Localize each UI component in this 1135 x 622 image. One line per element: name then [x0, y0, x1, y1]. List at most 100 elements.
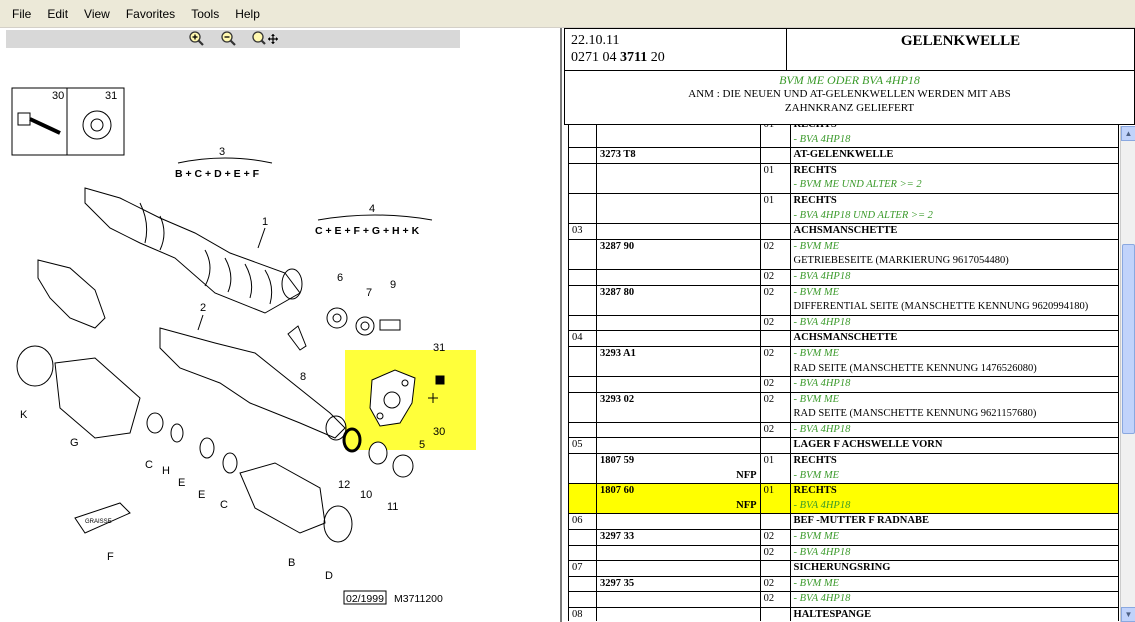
label-8: 8 [300, 371, 306, 383]
table-row[interactable]: 02- BVA 4HP18 [568, 314, 1119, 332]
variant-note: - BVM ME [793, 393, 840, 405]
table-row[interactable]: 07 SICHERUNGSRING [568, 560, 1119, 577]
row-index [568, 483, 597, 515]
parts-6-9 [287, 307, 401, 351]
menu-view[interactable]: View [76, 5, 118, 23]
table-row[interactable]: 3297 35 02- BVM ME [568, 575, 1119, 593]
quantity: 02 [759, 575, 791, 593]
part-number-cell: 1807 60 NFP [595, 483, 761, 515]
menu-edit[interactable]: Edit [39, 5, 76, 23]
label-10: 10 [360, 489, 372, 501]
row-index [568, 591, 597, 608]
description-cell: ACHSMANSCHETTE [789, 330, 1119, 347]
part-number: 3297 35 [599, 577, 635, 589]
table-row[interactable]: 3293 02 02- BVM ME RAD SEITE (MANSCHETTE K… [568, 391, 1119, 423]
part-number-cell: 3297 35 [595, 575, 761, 593]
zoom-in-icon[interactable] [186, 30, 208, 48]
part-number-cell: 3293 A1 [595, 345, 761, 378]
table-row[interactable]: 3287 90 02- BVM ME GETRIEBESEITE (MARKIERU… [568, 238, 1119, 270]
quantity [759, 437, 791, 455]
zoom-move-icon[interactable] [250, 30, 280, 48]
part-number: 3273 T8 [599, 149, 636, 161]
quantity [759, 607, 791, 621]
table-row[interactable]: 05 LAGER F ACHSWELLE VORN [568, 437, 1119, 455]
part-number: 3287 90 [599, 240, 635, 252]
header-meta: 22.10.11 0271 04 3711 20 [565, 29, 787, 71]
quantity: 02 [759, 268, 791, 286]
quantity: 02 [759, 376, 791, 393]
nut-31 [82, 110, 112, 140]
quantity: 02 [759, 345, 791, 378]
table-row[interactable]: 02- BVA 4HP18 [568, 591, 1119, 608]
table-row[interactable]: 04 ACHSMANSCHETTE [568, 330, 1119, 347]
row-index: 06 [568, 513, 597, 531]
quantity: 01 [759, 162, 791, 194]
variant-note: - BVM ME UND ALTER >= 2 [793, 179, 922, 191]
description-cell: - BVM ME GETRIEBESEITE (MARKIERUNG 961705… [789, 238, 1119, 270]
table-row[interactable]: 02- BVA 4HP18 [568, 544, 1119, 562]
table-row[interactable]: 01RECHTS- BVA 4HP18 [568, 125, 1119, 149]
variant-note: - BVA 4HP18 [793, 499, 851, 511]
part-number-cell [595, 162, 761, 194]
table-row[interactable]: 01 RECHTS - BVM ME UND ALTER >= 2 [568, 162, 1119, 194]
description-cell: - BVA 4HP18 [789, 314, 1119, 332]
scroll-up-icon[interactable]: ▲ [1121, 126, 1135, 141]
part-number: 3287 80 [599, 286, 635, 298]
label-H: H [162, 465, 170, 477]
row-index [568, 391, 597, 423]
label-5: 5 [419, 439, 425, 451]
table-row[interactable]: 03 ACHSMANSCHETTE [568, 223, 1119, 240]
parts-table-container: 01RECHTS- BVA 4HP183273 T8AT-GELENKWELLE… [568, 125, 1119, 621]
variant-note: - BVA 4HP18 [793, 270, 851, 282]
header-code: 0271 04 3711 20 [571, 50, 665, 65]
part-name: RECHTS [793, 164, 837, 176]
menu-favorites[interactable]: Favorites [118, 5, 183, 23]
diagram-panel: 30 31 3 B + C + D + E + F 4 C + E + F + … [0, 28, 562, 622]
label-11: 11 [387, 501, 398, 513]
variant-note: - BVA 4HP18 [793, 133, 851, 145]
table-row[interactable]: 3297 33 02- BVM ME [568, 529, 1119, 546]
part-name: HALTESPANGE [793, 609, 872, 620]
label-31b: 31 [433, 342, 445, 354]
description-cell: - BVM ME [789, 529, 1119, 546]
table-row[interactable]: 3287 80 02- BVM ME DIFFERENTIAL SEITE (MAN… [568, 284, 1119, 316]
description-cell: BEF -MUTTER F RADNABE [789, 513, 1119, 531]
table-row[interactable]: 3293 A1 02- BVM ME RAD SEITE (MANSCHETTE K… [568, 345, 1119, 378]
table-row[interactable]: 02- BVA 4HP18 [568, 376, 1119, 393]
table-row[interactable]: 08 HALTESPANGE [568, 607, 1119, 621]
variant-note: - BVA 4HP18 [793, 378, 851, 390]
menu-file[interactable]: File [4, 5, 39, 23]
scroll-down-icon[interactable]: ▼ [1121, 607, 1135, 622]
part-name: BEF -MUTTER F RADNABE [793, 515, 929, 527]
quantity: 01 [759, 125, 791, 149]
row-index [568, 284, 597, 316]
description-cell: ACHSMANSCHETTE [789, 223, 1119, 240]
table-row[interactable]: 02- BVA 4HP18 [568, 268, 1119, 286]
menu-tools[interactable]: Tools [183, 5, 227, 23]
vertical-scrollbar[interactable]: ▲ ▼ [1120, 126, 1135, 622]
label-30: 30 [52, 90, 64, 102]
label-F: F [107, 551, 114, 563]
part-detail: RAD SEITE (MANSCHETTE KENNUNG 9621157680… [793, 408, 1037, 420]
group-3: B + C + D + E + F [175, 168, 260, 180]
part-number-cell: 3293 02 [595, 391, 761, 423]
description-cell: HALTESPANGE [789, 607, 1119, 621]
label-4: 4 [369, 203, 375, 215]
part-number: 1807 59 [599, 455, 635, 467]
table-row[interactable]: 1807 59 NFP 01 RECHTS - BVM ME [568, 453, 1119, 485]
table-row[interactable]: 1807 60 NFP 01 RECHTS - BVA 4HP18 [568, 483, 1119, 515]
table-row[interactable]: 3273 T8 AT-GELENKWELLE [568, 147, 1119, 164]
label-C2: C [220, 499, 228, 511]
description-cell: - BVA 4HP18 [789, 268, 1119, 286]
part-number-cell: 3287 90 [595, 238, 761, 270]
zoom-out-icon[interactable] [218, 30, 240, 48]
part-number-cell [595, 192, 761, 225]
table-row[interactable]: 01 RECHTS - BVA 4HP18 UND ALTER >= 2 [568, 192, 1119, 225]
scroll-thumb[interactable] [1122, 244, 1135, 434]
table-row[interactable]: 06 BEF -MUTTER F RADNABE [568, 513, 1119, 531]
quantity: 02 [759, 544, 791, 562]
table-row[interactable]: 02- BVA 4HP18 [568, 421, 1119, 439]
row-index [568, 421, 597, 439]
menu-help[interactable]: Help [227, 5, 268, 23]
description-cell: AT-GELENKWELLE [789, 147, 1119, 164]
